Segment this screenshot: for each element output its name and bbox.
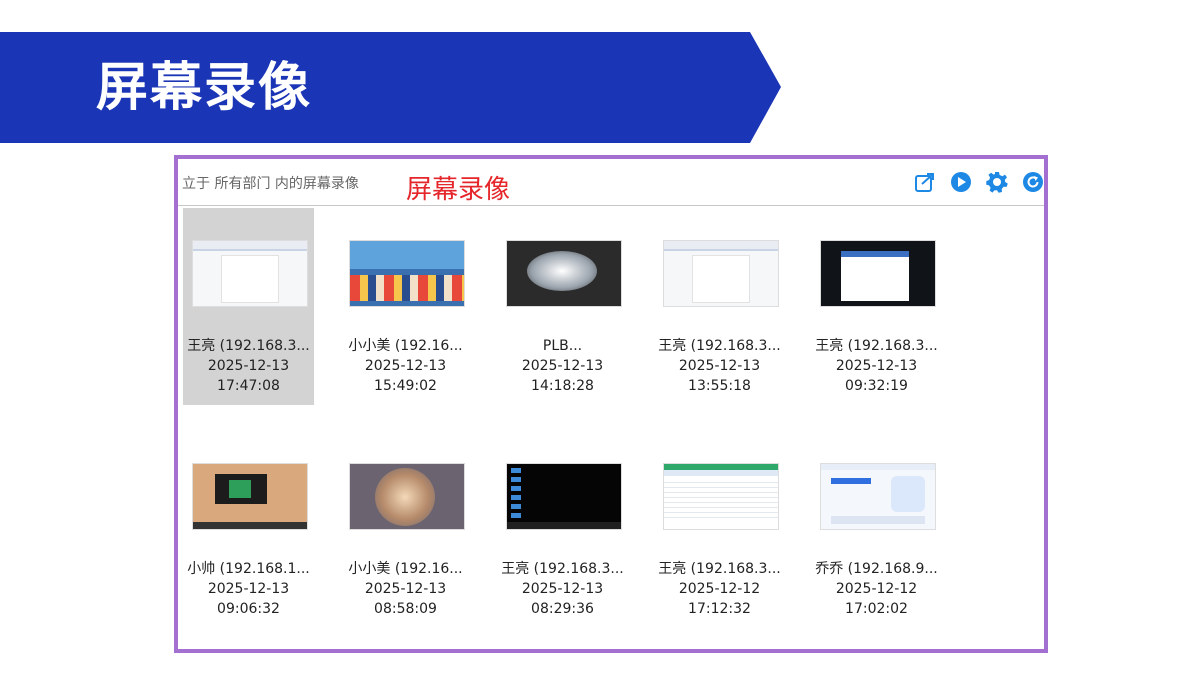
- recordings-panel: 立于 所有部门 内的屏幕录像 屏幕录像 王亮 (192.168.3... 2025…: [174, 155, 1048, 653]
- recording-date: 2025-12-13: [521, 581, 604, 597]
- recording-time: 17:02:02: [845, 601, 908, 617]
- recording-tile[interactable]: 王亮 (192.168.3... 2025-12-13 08:29:36: [497, 431, 628, 628]
- recording-date: 2025-12-12: [678, 581, 761, 597]
- recording-tile[interactable]: 王亮 (192.168.3... 2025-12-12 17:12:32: [654, 431, 785, 628]
- refresh-icon[interactable]: [1022, 171, 1044, 193]
- recording-info: 小小美 (192.16... 2025-12-13 08:58:09: [340, 559, 471, 619]
- recording-name: 小小美 (192.16...: [348, 561, 463, 577]
- recording-time: 08:58:09: [374, 601, 437, 617]
- recording-thumbnail: [192, 463, 308, 530]
- recording-info: 王亮 (192.168.3... 2025-12-12 17:12:32: [654, 559, 785, 619]
- recording-info: PLB... 2025-12-13 14:18:28: [497, 336, 628, 396]
- recording-thumbnail: [506, 240, 622, 307]
- banner-title: 屏幕录像: [96, 58, 313, 118]
- recording-info: 王亮 (192.168.3... 2025-12-13 09:32:19: [811, 336, 942, 396]
- recording-name: 王亮 (192.168.3...: [815, 338, 938, 354]
- play-icon[interactable]: [950, 171, 972, 193]
- recording-thumbnail: [663, 463, 779, 530]
- recording-time: 13:55:18: [688, 378, 751, 394]
- recording-thumbnail: [192, 240, 308, 307]
- recording-tile[interactable]: 小帅 (192.168.1... 2025-12-13 09:06:32: [183, 431, 314, 628]
- recording-time: 14:18:28: [531, 378, 594, 394]
- recording-name: 小帅 (192.168.1...: [187, 561, 310, 577]
- recording-info: 王亮 (192.168.3... 2025-12-13 13:55:18: [654, 336, 785, 396]
- recording-name: 王亮 (192.168.3...: [501, 561, 624, 577]
- recording-time: 15:49:02: [374, 378, 437, 394]
- recording-date: 2025-12-13: [207, 581, 290, 597]
- recording-date: 2025-12-13: [835, 358, 918, 374]
- recording-date: 2025-12-13: [364, 581, 447, 597]
- recording-info: 乔乔 (192.168.9... 2025-12-12 17:02:02: [811, 559, 942, 619]
- recording-date: 2025-12-13: [521, 358, 604, 374]
- recording-info: 王亮 (192.168.3... 2025-12-13 08:29:36: [497, 559, 628, 619]
- recording-date: 2025-12-13: [364, 358, 447, 374]
- recording-thumbnail: [506, 463, 622, 530]
- recording-time: 09:06:32: [217, 601, 280, 617]
- export-icon[interactable]: [914, 171, 936, 193]
- recording-thumbnail: [349, 240, 465, 307]
- recording-date: 2025-12-13: [207, 358, 290, 374]
- recording-name: 王亮 (192.168.3...: [187, 338, 310, 354]
- recording-time: 17:47:08: [217, 378, 280, 394]
- recording-name: 王亮 (192.168.3...: [658, 561, 781, 577]
- recording-name: 乔乔 (192.168.9...: [815, 561, 938, 577]
- recording-thumbnail: [820, 463, 936, 530]
- recording-tile[interactable]: 王亮 (192.168.3... 2025-12-13 13:55:18: [654, 208, 785, 405]
- annotation-label: 屏幕录像: [406, 175, 511, 205]
- recording-time: 17:12:32: [688, 601, 751, 617]
- recording-info: 小帅 (192.168.1... 2025-12-13 09:06:32: [183, 559, 314, 619]
- toolbar-icons: [914, 171, 1044, 193]
- recording-time: 08:29:36: [531, 601, 594, 617]
- breadcrumb: 立于 所有部门 内的屏幕录像: [182, 176, 359, 192]
- recording-info: 小小美 (192.16... 2025-12-13 15:49:02: [340, 336, 471, 396]
- settings-gear-icon[interactable]: [986, 171, 1008, 193]
- recording-name: 王亮 (192.168.3...: [658, 338, 781, 354]
- recording-tile[interactable]: PLB... 2025-12-13 14:18:28: [497, 208, 628, 405]
- recording-thumbnail: [820, 240, 936, 307]
- panel-toolbar: 立于 所有部门 内的屏幕录像 屏幕录像: [178, 159, 1044, 206]
- recording-tile[interactable]: 王亮 (192.168.3... 2025-12-13 09:32:19: [811, 208, 942, 405]
- recording-name: PLB...: [542, 338, 583, 354]
- recording-thumbnail: [349, 463, 465, 530]
- recording-thumbnail: [663, 240, 779, 307]
- recording-info: 王亮 (192.168.3... 2025-12-13 17:47:08: [183, 336, 314, 396]
- recording-tile[interactable]: 王亮 (192.168.3... 2025-12-13 17:47:08: [183, 208, 314, 405]
- recording-time: 09:32:19: [845, 378, 908, 394]
- recording-date: 2025-12-12: [835, 581, 918, 597]
- recording-tile[interactable]: 小小美 (192.16... 2025-12-13 08:58:09: [340, 431, 471, 628]
- recording-tile[interactable]: 小小美 (192.16... 2025-12-13 15:49:02: [340, 208, 471, 405]
- recording-tile[interactable]: 乔乔 (192.168.9... 2025-12-12 17:02:02: [811, 431, 942, 628]
- recording-date: 2025-12-13: [678, 358, 761, 374]
- recording-name: 小小美 (192.16...: [348, 338, 463, 354]
